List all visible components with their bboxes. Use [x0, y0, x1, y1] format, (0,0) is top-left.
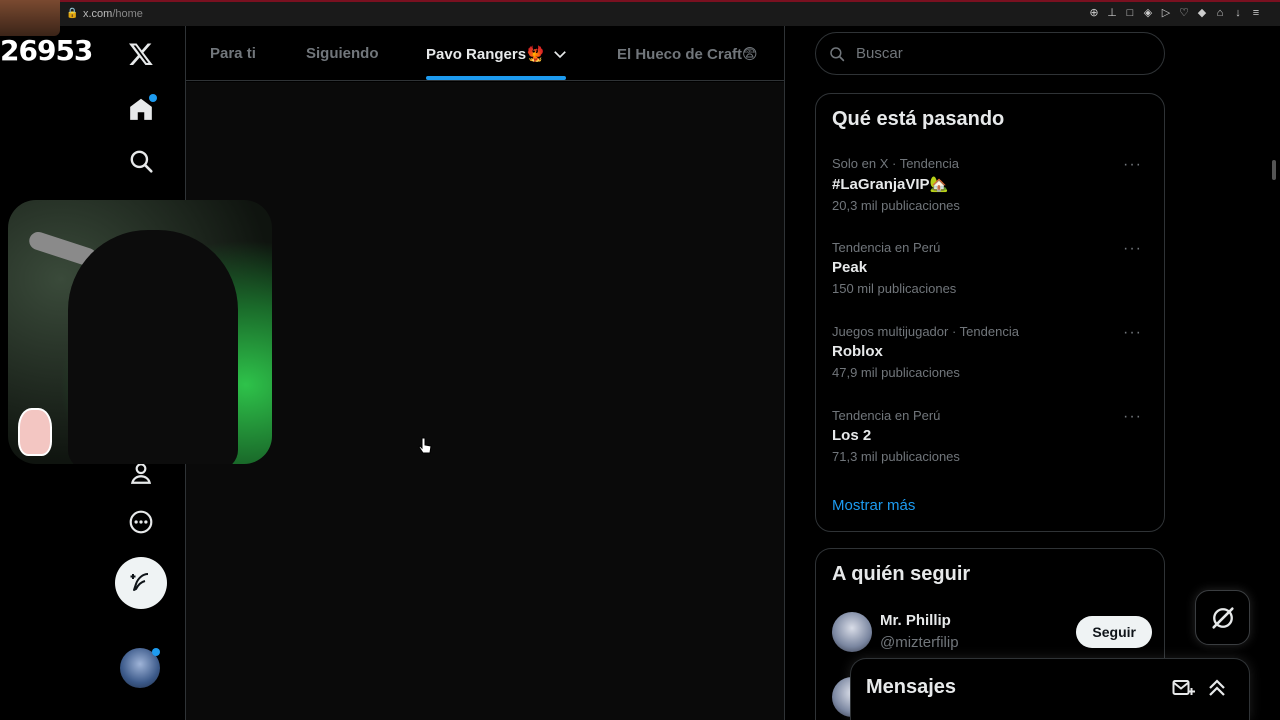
tab-para-ti[interactable]: Para ti: [210, 26, 256, 81]
search-placeholder: Buscar: [856, 45, 903, 62]
trend-item[interactable]: Juegos multijugador · Tendencia Roblox 4…: [832, 324, 1152, 380]
trend-name: Los 2: [832, 427, 872, 444]
follow-button[interactable]: Seguir: [1076, 616, 1152, 648]
scrollbar-thumb[interactable]: [1272, 160, 1276, 180]
messages-title: Mensajes: [866, 676, 957, 698]
trend-name: Peak: [832, 259, 868, 276]
search-icon[interactable]: [124, 144, 158, 178]
trend-meta: Juegos multijugador · Tendencia: [832, 324, 1019, 339]
search-icon: [830, 46, 845, 61]
follow-user-name: Mr. Phillip: [880, 612, 951, 629]
zoom-icon[interactable]: ⊕: [1088, 7, 1100, 19]
browser-extension-icons: ⊕ ⊥ □ ◈ ▷ ♡ ◆ ⌂ ↓ ≡: [1088, 7, 1262, 19]
home-notification-dot: [149, 94, 157, 102]
streamer-figure: [68, 230, 238, 464]
pig-sticker: [18, 408, 52, 456]
bookmark-icon[interactable]: □: [1124, 7, 1136, 19]
tab-label: Pavo Rangers🐦‍🔥: [426, 45, 545, 63]
more-icon[interactable]: [124, 505, 158, 539]
pin-icon[interactable]: ⊥: [1106, 7, 1118, 19]
grok-button[interactable]: [1195, 590, 1250, 645]
tab-el-hueco-de-craft[interactable]: El Hueco de Craft😨: [617, 26, 758, 81]
trend-item[interactable]: Tendencia en Perú Los 2 71,3 mil publica…: [832, 408, 1152, 464]
search-input[interactable]: Buscar: [815, 32, 1165, 75]
account-avatar[interactable]: [120, 648, 160, 688]
grok-icon: [1211, 606, 1234, 629]
shield-icon[interactable]: ◈: [1142, 7, 1154, 19]
extension-icon[interactable]: ◆: [1196, 7, 1208, 19]
trend-item[interactable]: Tendencia en Perú Peak 150 mil publicaci…: [832, 240, 1152, 296]
tab-pavo-rangers[interactable]: Pavo Rangers🐦‍🔥: [426, 26, 569, 81]
trend-name: Roblox: [832, 343, 883, 360]
trend-item[interactable]: Solo en X · Tendencia #LaGranjaVIP🏡 20,3…: [832, 156, 1152, 213]
avatar[interactable]: [832, 612, 872, 652]
who-to-follow-title: A quién seguir: [832, 563, 971, 585]
active-tab-indicator: [426, 76, 566, 80]
timeline-right-border: [784, 26, 785, 720]
post-button[interactable]: [115, 557, 167, 609]
more-options-icon[interactable]: ···: [1123, 408, 1142, 426]
trend-count: 71,3 mil publicaciones: [832, 449, 960, 464]
webcam-overlay: [8, 200, 272, 464]
menu-icon[interactable]: ≡: [1250, 7, 1262, 19]
tab-siguiendo[interactable]: Siguiendo: [306, 26, 379, 81]
tab-label: El Hueco de Craft😨: [617, 45, 758, 63]
chevron-down-icon[interactable]: [551, 45, 569, 63]
more-options-icon[interactable]: ···: [1123, 240, 1142, 258]
heart-icon[interactable]: ♡: [1178, 7, 1190, 19]
address-bar[interactable]: x.com/home: [83, 8, 143, 20]
expand-icon[interactable]: [1205, 676, 1229, 700]
compose-icon: [130, 573, 149, 591]
messages-drawer[interactable]: Mensajes: [850, 658, 1250, 720]
url-path: /home: [112, 8, 143, 20]
follow-suggestion[interactable]: Mr. Phillip @mizterfilip Seguir: [832, 610, 1152, 654]
trend-count: 47,9 mil publicaciones: [832, 365, 960, 380]
trends-card: Qué está pasando Solo en X · Tendencia #…: [815, 93, 1165, 532]
trend-name: #LaGranjaVIP🏡: [832, 176, 949, 193]
download-icon[interactable]: ↓: [1232, 7, 1244, 19]
trend-meta: Solo en X · Tendencia: [832, 156, 959, 171]
more-options-icon[interactable]: ···: [1123, 156, 1142, 174]
show-more-link[interactable]: Mostrar más: [832, 497, 915, 514]
timeline-tabs: Para ti Siguiendo Pavo Rangers🐦‍🔥 El Hue…: [186, 26, 784, 81]
timeline-feed: [186, 82, 784, 720]
new-message-icon[interactable]: [1171, 676, 1195, 700]
streamer-avatar: [0, 0, 60, 36]
tab-label: Para ti: [210, 45, 256, 62]
tab-label: Siguiendo: [306, 45, 379, 62]
trend-count: 20,3 mil publicaciones: [832, 198, 960, 213]
viewer-count: 26953: [0, 34, 93, 67]
hand-cursor-icon: [418, 437, 432, 454]
play-icon[interactable]: ▷: [1160, 7, 1172, 19]
trend-meta: Tendencia en Perú: [832, 240, 941, 255]
account-notification-dot: [152, 648, 160, 656]
lock-icon: 🔒: [66, 8, 79, 19]
url-host: x.com: [83, 8, 113, 20]
trends-title: Qué está pasando: [832, 108, 1005, 130]
trend-meta: Tendencia en Perú: [832, 408, 941, 423]
trend-count: 150 mil publicaciones: [832, 281, 957, 296]
more-options-icon[interactable]: ···: [1123, 324, 1142, 342]
home-icon[interactable]: [124, 92, 158, 126]
follow-user-handle: @mizterfilip: [880, 634, 959, 651]
browser-toolbar: 🔒 x.com/home ⊕ ⊥ □ ◈ ▷ ♡ ◆ ⌂ ↓ ≡: [0, 0, 1280, 26]
lock-icon[interactable]: ⌂: [1214, 7, 1226, 19]
x-logo-icon[interactable]: [124, 37, 158, 71]
